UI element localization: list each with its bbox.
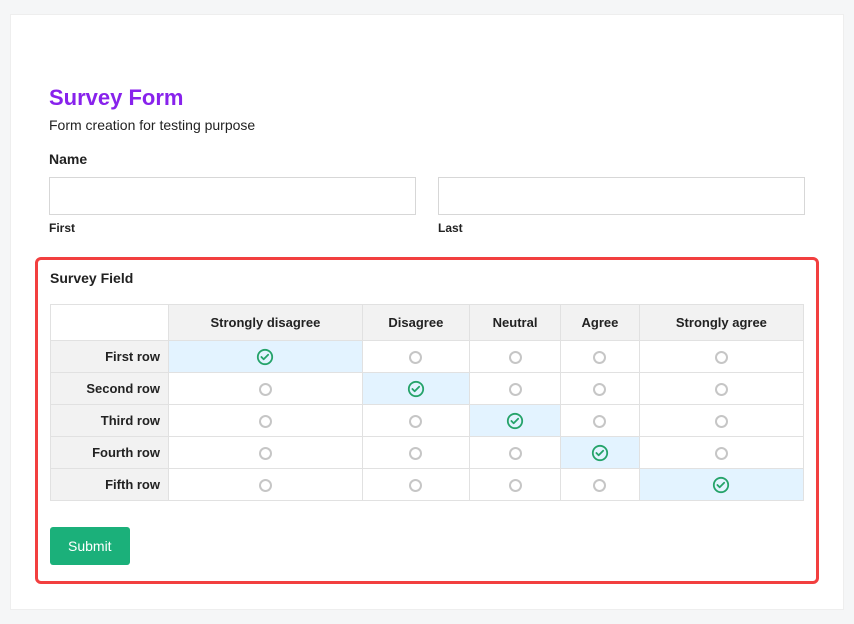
likert-col-header: Disagree <box>362 305 469 341</box>
radio-empty-icon[interactable] <box>409 479 422 492</box>
likert-cell[interactable] <box>362 469 469 501</box>
likert-cell[interactable] <box>561 373 640 405</box>
likert-row-label: First row <box>51 341 169 373</box>
first-name-col: First <box>49 177 416 235</box>
likert-cell[interactable] <box>469 469 560 501</box>
radio-empty-icon[interactable] <box>509 479 522 492</box>
likert-row: Fifth row <box>51 469 804 501</box>
likert-row-label: Fourth row <box>51 437 169 469</box>
radio-empty-icon[interactable] <box>509 351 522 364</box>
likert-row: Fourth row <box>51 437 804 469</box>
likert-cell[interactable] <box>639 341 803 373</box>
likert-row: Third row <box>51 405 804 437</box>
radio-empty-icon[interactable] <box>715 447 728 460</box>
likert-col-header: Strongly agree <box>639 305 803 341</box>
first-name-input[interactable] <box>49 177 416 215</box>
likert-cell[interactable] <box>362 341 469 373</box>
likert-cell[interactable] <box>639 405 803 437</box>
radio-empty-icon[interactable] <box>715 415 728 428</box>
likert-cell[interactable] <box>362 437 469 469</box>
radio-empty-icon[interactable] <box>509 383 522 396</box>
last-name-sublabel: Last <box>438 215 805 235</box>
likert-cell[interactable] <box>169 341 363 373</box>
likert-cell[interactable] <box>169 469 363 501</box>
checked-radio-icon[interactable] <box>256 348 274 366</box>
page-title: Survey Form <box>49 25 805 117</box>
likert-row-label: Second row <box>51 373 169 405</box>
radio-empty-icon[interactable] <box>593 415 606 428</box>
name-label: Name <box>49 151 805 177</box>
likert-cell[interactable] <box>561 469 640 501</box>
likert-cell[interactable] <box>169 437 363 469</box>
likert-row-label: Fifth row <box>51 469 169 501</box>
likert-cell[interactable] <box>169 373 363 405</box>
likert-cell[interactable] <box>362 373 469 405</box>
radio-empty-icon[interactable] <box>409 415 422 428</box>
likert-cell[interactable] <box>469 405 560 437</box>
likert-cell[interactable] <box>561 437 640 469</box>
checked-radio-icon[interactable] <box>591 444 609 462</box>
radio-empty-icon[interactable] <box>593 383 606 396</box>
radio-empty-icon[interactable] <box>409 351 422 364</box>
likert-cell[interactable] <box>561 405 640 437</box>
name-row: First Last <box>49 177 805 257</box>
likert-col-header: Neutral <box>469 305 560 341</box>
radio-empty-icon[interactable] <box>259 447 272 460</box>
likert-col-header: Agree <box>561 305 640 341</box>
first-name-sublabel: First <box>49 215 416 235</box>
radio-empty-icon[interactable] <box>409 447 422 460</box>
radio-empty-icon[interactable] <box>715 383 728 396</box>
radio-empty-icon[interactable] <box>715 351 728 364</box>
likert-cell[interactable] <box>362 405 469 437</box>
likert-cell[interactable] <box>469 341 560 373</box>
likert-row: Second row <box>51 373 804 405</box>
last-name-input[interactable] <box>438 177 805 215</box>
highlight-box: Survey Field Strongly disagreeDisagreeNe… <box>35 257 819 584</box>
radio-empty-icon[interactable] <box>259 383 272 396</box>
likert-body: First rowSecond rowThird rowFourth rowFi… <box>51 341 804 501</box>
likert-col-header: Strongly disagree <box>169 305 363 341</box>
radio-empty-icon[interactable] <box>259 479 272 492</box>
checked-radio-icon[interactable] <box>407 380 425 398</box>
likert-cell[interactable] <box>639 469 803 501</box>
checked-radio-icon[interactable] <box>506 412 524 430</box>
radio-empty-icon[interactable] <box>593 479 606 492</box>
form-page: Survey Form Form creation for testing pu… <box>10 14 844 610</box>
likert-cell[interactable] <box>561 341 640 373</box>
page-description: Form creation for testing purpose <box>49 117 805 151</box>
likert-header-empty <box>51 305 169 341</box>
likert-table: Strongly disagreeDisagreeNeutralAgreeStr… <box>50 304 804 501</box>
radio-empty-icon[interactable] <box>509 447 522 460</box>
likert-cell[interactable] <box>469 437 560 469</box>
likert-cell[interactable] <box>639 437 803 469</box>
likert-row-label: Third row <box>51 405 169 437</box>
radio-empty-icon[interactable] <box>259 415 272 428</box>
likert-row: First row <box>51 341 804 373</box>
likert-cell[interactable] <box>469 373 560 405</box>
checked-radio-icon[interactable] <box>712 476 730 494</box>
submit-button[interactable]: Submit <box>50 527 130 565</box>
likert-cell[interactable] <box>639 373 803 405</box>
radio-empty-icon[interactable] <box>593 351 606 364</box>
likert-cell[interactable] <box>169 405 363 437</box>
likert-header-row: Strongly disagreeDisagreeNeutralAgreeStr… <box>51 305 804 341</box>
last-name-col: Last <box>438 177 805 235</box>
survey-label: Survey Field <box>50 270 804 296</box>
